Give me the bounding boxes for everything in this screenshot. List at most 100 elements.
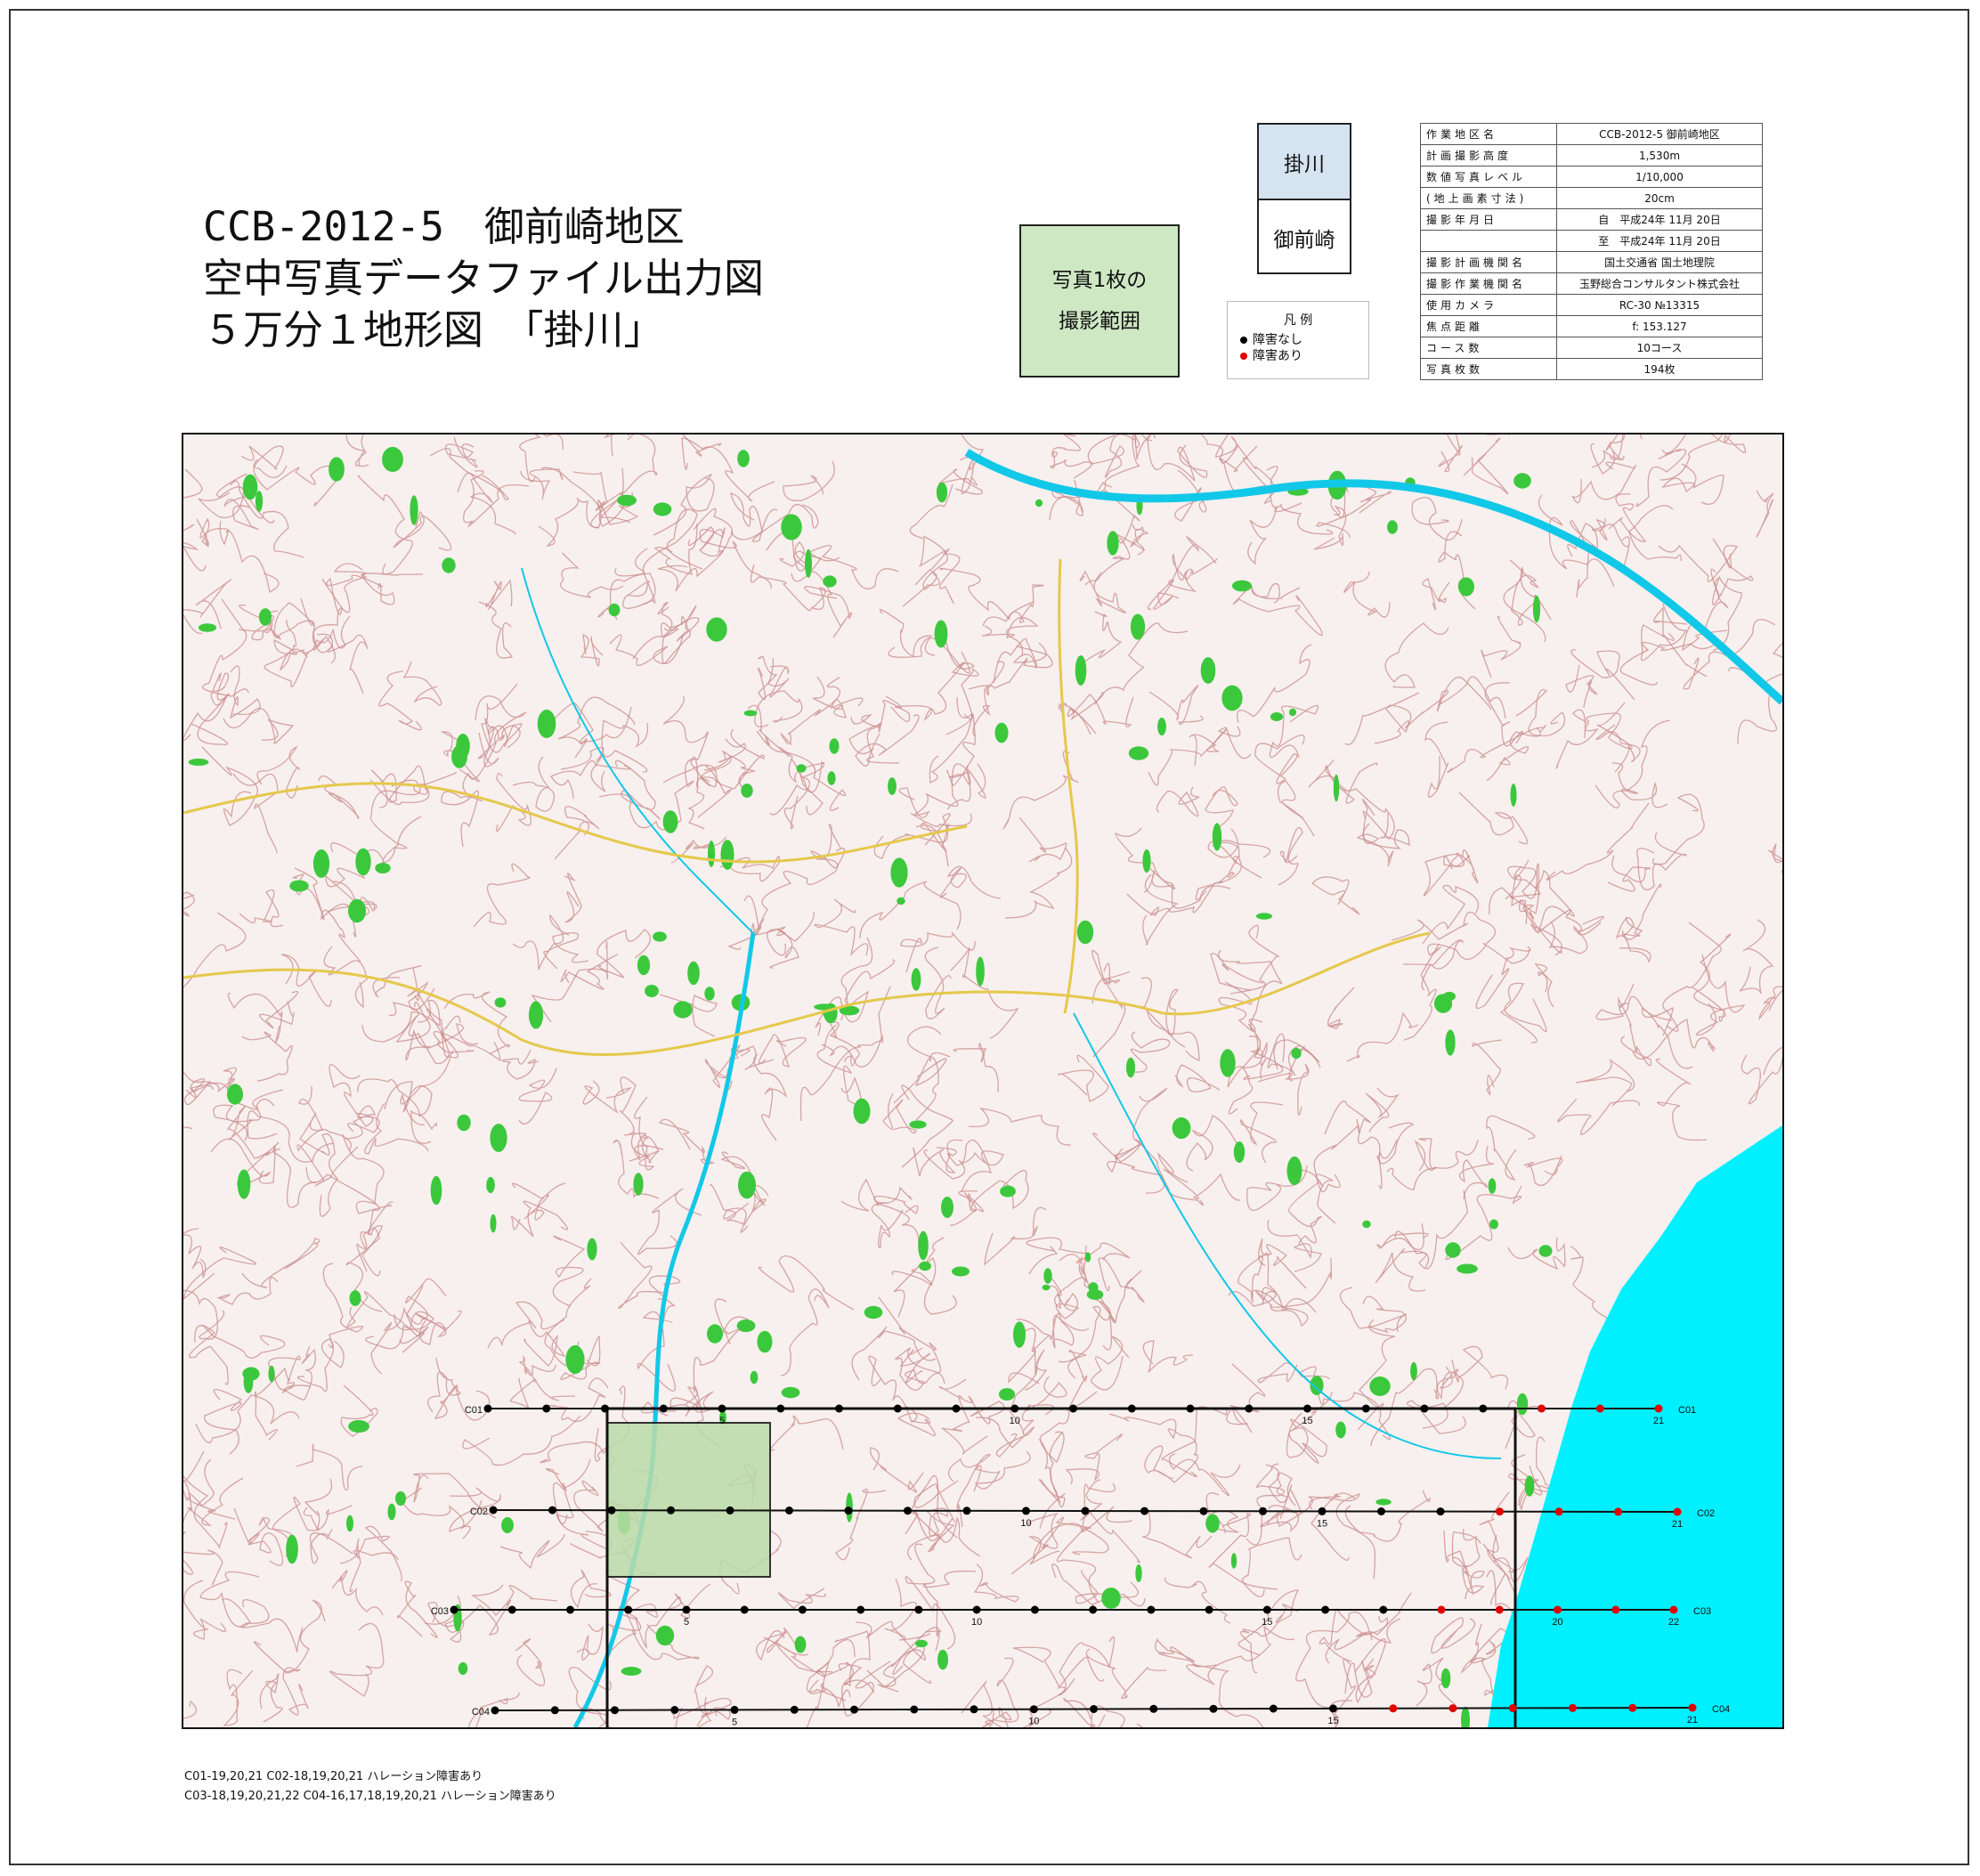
forest-patch (750, 1370, 759, 1385)
forest-patch (781, 1386, 800, 1399)
photo-point (1010, 1404, 1019, 1413)
photo-point (1186, 1404, 1195, 1413)
forest-patch (653, 931, 667, 942)
photo-point (1654, 1404, 1663, 1413)
photo-range-line-1: 写真1枚の (1051, 269, 1148, 292)
title-line-3: ５万分１地形図 「掛川」 (203, 306, 664, 353)
forest-patch (1035, 499, 1043, 508)
photo-point (972, 1605, 981, 1614)
photo-point (607, 1506, 616, 1515)
photo-point (1538, 1404, 1546, 1413)
photo-point (1147, 1605, 1156, 1614)
forest-patch (1135, 1564, 1142, 1582)
photo-number: 21 (1672, 1519, 1683, 1530)
forest-patch (1000, 1185, 1016, 1198)
forest-patch (188, 759, 209, 766)
forest-patch (1532, 595, 1541, 623)
photo-point (962, 1506, 971, 1515)
forest-patch (1256, 913, 1272, 920)
forest-patch (999, 1388, 1015, 1401)
spec-row: 撮影年月日自 平成24年 11月 20日 (1420, 208, 1763, 231)
photo-point (1090, 1705, 1098, 1713)
forest-patch (1440, 1668, 1451, 1689)
photo-point (601, 1404, 609, 1413)
forest-patch (918, 1230, 929, 1261)
spec-key (1420, 230, 1557, 252)
forest-patch (994, 722, 1009, 743)
photo-point (670, 1706, 679, 1714)
spec-key: 使用カメラ (1420, 294, 1557, 316)
photo-point (548, 1506, 556, 1515)
photo-point (1669, 1605, 1678, 1614)
forest-patch (490, 1124, 507, 1152)
spec-value: 20cm (1556, 187, 1763, 209)
photo-point (542, 1404, 551, 1413)
forest-patch (823, 575, 837, 588)
forest-patch (1084, 1252, 1091, 1263)
spec-value: CCB-2012-5 御前崎地区 (1556, 123, 1763, 145)
photo-number: 5 (732, 1717, 737, 1727)
photo-point (659, 1404, 668, 1413)
spec-row: 至 平成24年 11月 20日 (1420, 230, 1763, 252)
photo-number: 15 (1317, 1518, 1327, 1529)
forest-patch (286, 1534, 298, 1564)
forest-patch (796, 764, 807, 773)
forest-patch (687, 961, 700, 986)
legend-title: 凡 例 (1283, 313, 1313, 328)
spec-key: (地上画素寸法) (1420, 187, 1557, 209)
course-name: C02 (470, 1506, 488, 1517)
forest-patch (937, 1649, 948, 1670)
note-line-1: C01-19,20,21 C02-18,19,20,21 ハレーション障害あり (184, 1770, 483, 1783)
forest-patch (1042, 1284, 1051, 1291)
photo-point (952, 1404, 961, 1413)
photo-point (491, 1706, 499, 1715)
spec-value: 国土交通省 国土地理院 (1556, 251, 1763, 273)
photo-number: 15 (1262, 1617, 1272, 1628)
forest-patch (608, 603, 621, 617)
spec-key: 焦点距離 (1420, 315, 1557, 337)
photo-point (1069, 1404, 1077, 1413)
forest-patch (1086, 1289, 1104, 1300)
forest-patch (781, 514, 802, 540)
forest-patch (941, 1197, 953, 1218)
forest-patch (348, 898, 366, 923)
forest-patch (1107, 531, 1119, 556)
legend-row-ok: 障害なし (1240, 332, 1368, 348)
course-name: C03 (431, 1606, 449, 1617)
forest-patch (655, 1625, 675, 1646)
photo-point (740, 1605, 749, 1614)
forest-patch (1375, 1498, 1392, 1506)
spec-row: 数値写真レベル 1/10,000 (1420, 166, 1763, 188)
forest-patch (1457, 1263, 1478, 1274)
forest-patch (919, 1261, 931, 1271)
photo-point (1205, 1605, 1213, 1614)
photo-point (1081, 1506, 1090, 1515)
forest-patch (633, 1173, 644, 1196)
photo-point (1140, 1506, 1148, 1515)
photo-number: 5 (684, 1617, 689, 1628)
spec-value: 194枚 (1556, 358, 1763, 380)
photo-point (1127, 1404, 1136, 1413)
forest-patch (395, 1490, 406, 1506)
photo-point (1269, 1704, 1278, 1713)
forest-patch (430, 1175, 442, 1206)
forest-patch (1433, 994, 1453, 1013)
red-dot-icon (1240, 353, 1247, 360)
photo-point (790, 1705, 799, 1714)
forest-patch (490, 1214, 497, 1233)
topographic-map[interactable]: C01 C01 5 10 15 21 C02 C02 10 15 21 C03 C03 5 10 15 20 22… (182, 433, 1784, 1729)
photo-point (730, 1705, 739, 1714)
photo-point (667, 1506, 675, 1515)
photo-point (1303, 1404, 1311, 1413)
photo-point (1379, 1605, 1388, 1614)
spec-key: 写真枚数 (1420, 358, 1557, 380)
photo-point (726, 1506, 734, 1515)
photo-number: 15 (1327, 1716, 1338, 1726)
course-name: C01 (465, 1405, 483, 1416)
forest-patch (587, 1238, 597, 1261)
spec-key: 撮影計画機関名 (1420, 251, 1557, 273)
spec-value: 自 平成24年 11月 20日 (1556, 208, 1763, 231)
forest-patch (1231, 580, 1253, 592)
forest-patch (457, 1114, 471, 1132)
forest-patch (976, 956, 985, 987)
